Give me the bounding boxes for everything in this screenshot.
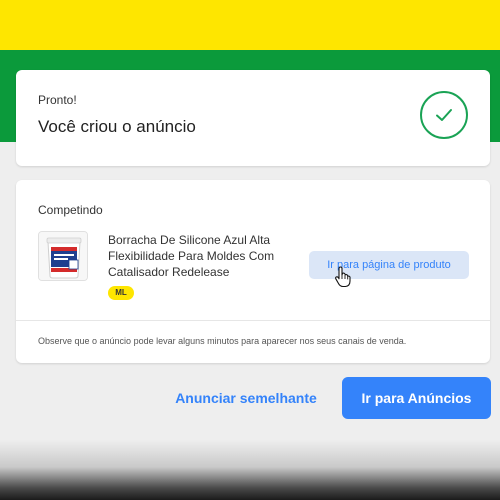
product-thumbnail[interactable] [38, 231, 88, 281]
competing-card: Competindo Borracha De Silicone Azul Alt… [16, 180, 490, 363]
check-icon [420, 91, 468, 139]
divider [16, 320, 490, 321]
brand-header-yellow [0, 0, 500, 50]
success-title: Você criou o anúncio [38, 117, 196, 136]
go-to-ads-button[interactable]: Ir para Anúncios [342, 377, 491, 419]
announce-similar-link[interactable]: Anunciar semelhante [170, 387, 322, 409]
ml-badge: ML [108, 286, 134, 300]
product-title: Borracha De Silicone Azul Alta Flexibili… [108, 233, 275, 279]
go-to-product-page-button[interactable]: Ir para página de produto [309, 251, 469, 279]
hand-cursor-icon [335, 266, 351, 288]
bottom-shadow [0, 440, 500, 500]
success-card: Pronto! Você criou o anúncio [16, 70, 490, 166]
success-status: Pronto! [38, 93, 77, 107]
availability-note: Observe que o anúncio pode levar alguns … [38, 336, 407, 346]
competing-section-title: Competindo [38, 203, 103, 217]
